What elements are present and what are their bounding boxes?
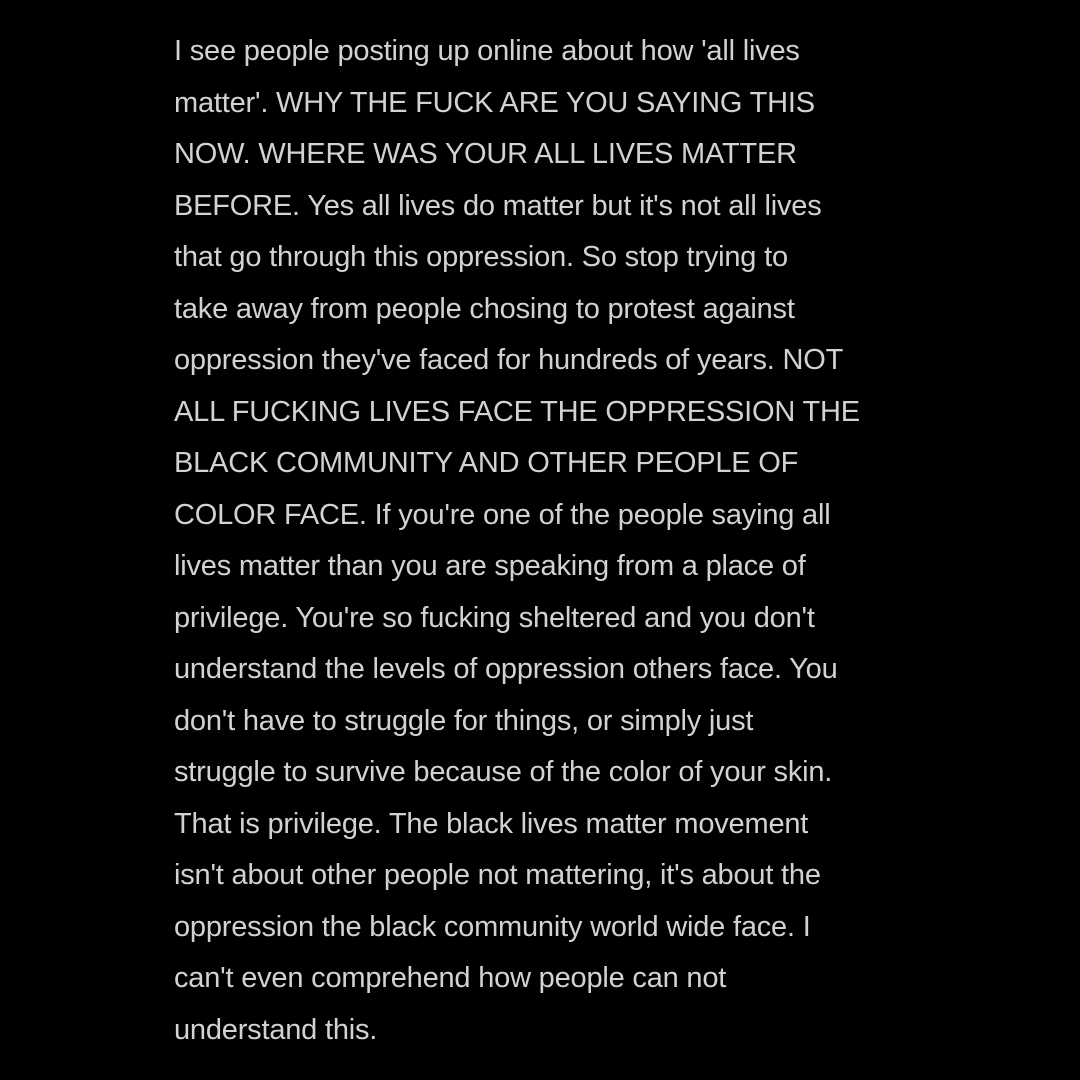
text-line: COLOR FACE. If you're one of the people … [174, 498, 831, 531]
text-line: That is privilege. The black lives matte… [174, 807, 809, 840]
text-line: understand this. [174, 1013, 378, 1046]
text-line: take away from people chosing to protest… [174, 292, 795, 325]
text-line: lives matter than you are speaking from … [174, 550, 806, 582]
text-line: oppression the black community world wid… [174, 910, 811, 943]
text-line: isn't about other people not mattering, … [174, 859, 821, 891]
text-line: NOW. WHERE WAS YOUR ALL LIVES MATTER [174, 138, 797, 170]
text-line: BLACK COMMUNITY AND OTHER PEOPLE OF [174, 447, 799, 479]
text-line: matter'. WHY THE FUCK ARE YOU SAYING THI… [174, 86, 815, 119]
text-line: can't even comprehend how people can not [174, 962, 727, 994]
text-line: oppression they've faced for hundreds of… [174, 344, 844, 376]
text-line: I see people posting up online about how… [174, 35, 800, 67]
text-line: BEFORE. Yes all lives do matter but it's… [174, 189, 822, 222]
text-line: don't have to struggle for things, or si… [174, 704, 754, 737]
text-line: understand the levels of oppression othe… [174, 653, 838, 685]
text-line: struggle to survive because of the color… [174, 756, 833, 788]
post-text-block: I see people posting up online about how… [174, 26, 934, 1056]
text-line: that go through this oppression. So stop… [174, 241, 788, 273]
text-line: privilege. You're so fucking sheltered a… [174, 601, 815, 634]
text-line: ALL FUCKING LIVES FACE THE OPPRESSION TH… [174, 395, 860, 428]
post-image: I see people posting up online about how… [0, 0, 1080, 1080]
